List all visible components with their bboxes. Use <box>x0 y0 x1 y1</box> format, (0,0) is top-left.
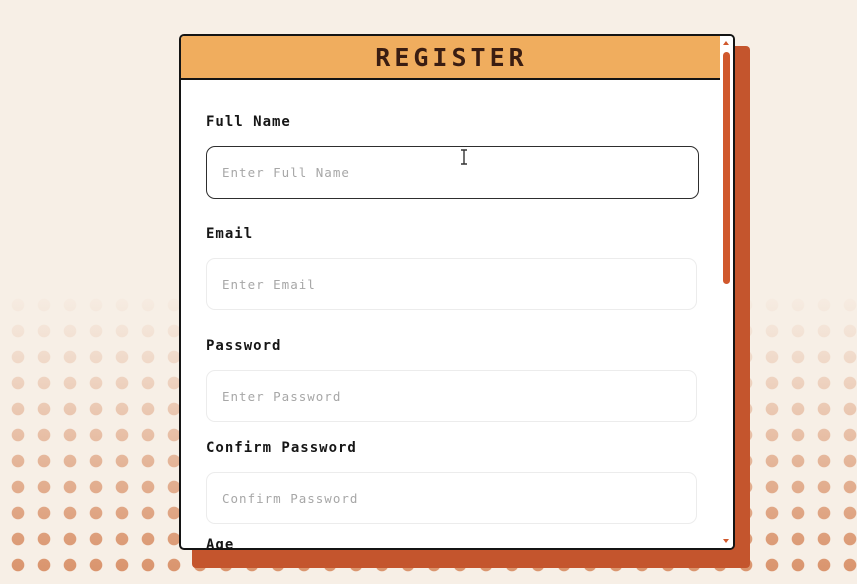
confirm-password-label: Confirm Password <box>206 440 357 456</box>
age-label: Age <box>206 537 235 550</box>
modal-title: REGISTER <box>375 42 528 72</box>
scroll-up-arrow-icon[interactable] <box>723 41 729 45</box>
confirm-password-input[interactable] <box>206 472 697 524</box>
text-cursor-icon <box>461 149 467 165</box>
password-label: Password <box>206 338 282 354</box>
scroll-down-arrow-icon[interactable] <box>723 539 729 543</box>
full-name-input[interactable] <box>206 146 699 199</box>
password-input[interactable] <box>206 370 697 422</box>
register-modal: REGISTER Full Name Email Password Confir… <box>179 34 735 550</box>
full-name-label: Full Name <box>206 114 291 130</box>
scroll-thumb[interactable] <box>723 52 730 284</box>
email-label: Email <box>206 226 254 242</box>
scrollbar[interactable] <box>720 36 733 548</box>
modal-header: REGISTER <box>181 36 722 80</box>
email-input[interactable] <box>206 258 697 310</box>
